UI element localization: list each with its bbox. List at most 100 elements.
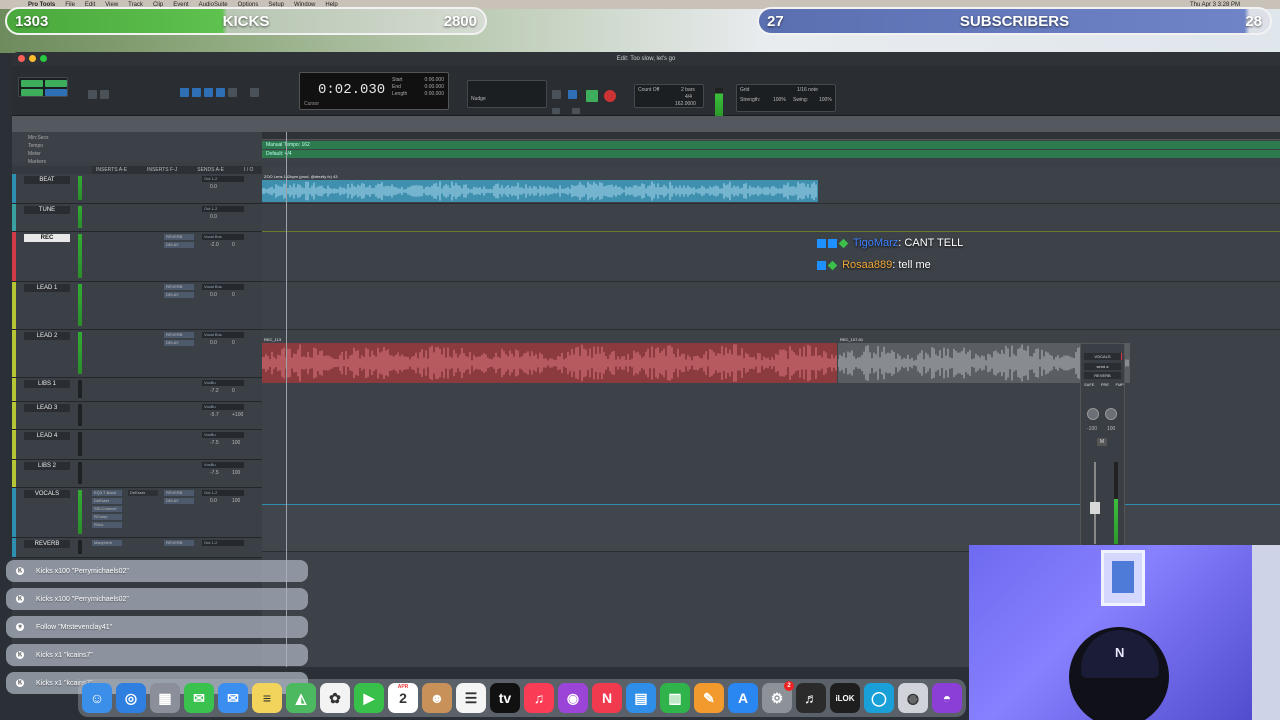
- track-name[interactable]: LEAD 4: [24, 432, 70, 440]
- playhead-cursor[interactable]: [286, 132, 287, 667]
- track-header-8[interactable]: LIBS 2 VoxBu -7.5 100: [12, 460, 262, 488]
- send-destination[interactable]: REVERB: [1084, 372, 1121, 379]
- bars-value[interactable]: 2 bars: [681, 87, 695, 93]
- window-titlebar[interactable]: Edit: Too slow, let's go: [12, 52, 1280, 66]
- reminders-icon[interactable]: ☰: [456, 683, 486, 713]
- track-output[interactable]: VoxBu: [202, 432, 244, 438]
- track-output[interactable]: Vocal Bus: [202, 284, 244, 290]
- track-pan[interactable]: 0: [232, 292, 235, 298]
- insert-slot[interactable]: RVox: [92, 522, 122, 528]
- send-slot[interactable]: send a: [1084, 363, 1121, 370]
- scrubber-tool-icon[interactable]: [228, 88, 237, 97]
- send-output-window[interactable]: VOCALS send a REVERB SAFE PRE FMP -100 1…: [1080, 343, 1125, 548]
- smart-tool-icon[interactable]: [216, 88, 225, 97]
- track-header-0[interactable]: BEAT Out 1-2 0.0: [12, 174, 262, 204]
- podcasts-icon[interactable]: ◉: [558, 683, 588, 713]
- maps-icon[interactable]: ◭: [286, 683, 316, 713]
- mail-icon[interactable]: ✉: [218, 683, 248, 713]
- insert-slot[interactable]: ManyVerb: [92, 540, 122, 546]
- send-a-slot[interactable]: REVERB: [164, 234, 194, 240]
- record-button-icon[interactable]: [604, 90, 616, 102]
- track-volume[interactable]: 0.0: [210, 184, 217, 190]
- send-a-slot[interactable]: REVERB: [164, 332, 194, 338]
- track-volume[interactable]: -5.7: [210, 412, 219, 418]
- track-pan[interactable]: +100: [232, 412, 243, 418]
- ruler-meter[interactable]: Meter: [28, 150, 262, 158]
- track-name[interactable]: TUNE: [24, 206, 70, 214]
- spot-mode-button[interactable]: [45, 80, 67, 87]
- track-pan[interactable]: 100: [232, 440, 240, 446]
- safari-icon[interactable]: ◎: [116, 683, 146, 713]
- calendar-icon[interactable]: 2 APR: [388, 683, 418, 713]
- track-output[interactable]: Vocal Bus: [202, 332, 244, 338]
- ruler-tempo[interactable]: Tempo: [28, 142, 262, 150]
- track-output[interactable]: Out 1-2: [202, 176, 244, 182]
- finder-icon[interactable]: ☺: [82, 683, 112, 713]
- tune-lane[interactable]: [262, 204, 1280, 232]
- close-button[interactable]: [18, 55, 25, 62]
- track-volume[interactable]: 0.0: [210, 292, 217, 298]
- insert-slot[interactable]: SSLChannel: [92, 506, 122, 512]
- send-b-slot[interactable]: DELAY: [164, 340, 194, 346]
- send-b-slot[interactable]: DELAY: [164, 292, 194, 298]
- numbers-icon[interactable]: ▥: [660, 683, 690, 713]
- online-button-icon[interactable]: [552, 90, 561, 99]
- main-counter[interactable]: 0:02.030 Cursor Start End Length 0:00.00…: [299, 72, 449, 110]
- track-volume[interactable]: -7.5: [210, 470, 219, 476]
- track-name[interactable]: LEAD 2: [24, 332, 70, 340]
- grid-value[interactable]: 1/16 note: [797, 87, 818, 93]
- send-a-slot[interactable]: REVERB: [164, 540, 194, 546]
- rec-clip-main[interactable]: REC_113: [262, 337, 837, 383]
- track-header-7[interactable]: LEAD 4 VoxBu -7.5 100: [12, 430, 262, 460]
- strength-value[interactable]: 100%: [773, 97, 786, 103]
- length-value[interactable]: 0:00.000: [425, 91, 444, 97]
- loop-button-icon[interactable]: [568, 90, 577, 99]
- track-output[interactable]: Out 1-2: [202, 490, 244, 496]
- track-output[interactable]: Out 1-2: [202, 540, 244, 546]
- track-pan[interactable]: 100: [232, 498, 240, 504]
- ruler-markers[interactable]: Markers: [28, 158, 262, 166]
- track-header-2[interactable]: REC REVERB DELAY Vocal Bus -2.0 0: [12, 232, 262, 282]
- logic-icon[interactable]: ♬: [796, 683, 826, 713]
- minsecs-ruler[interactable]: [262, 132, 1280, 140]
- pro-tools-icon[interactable]: ◓: [932, 683, 962, 713]
- track-header-1[interactable]: TUNE Out 1-2 0.0: [12, 204, 262, 232]
- insert-slot[interactable]: RComp: [92, 514, 122, 520]
- news-icon[interactable]: N: [592, 683, 622, 713]
- minimize-button[interactable]: [29, 55, 36, 62]
- track-volume[interactable]: 0.0: [210, 340, 217, 346]
- track-header-3[interactable]: LEAD 1 REVERB DELAY Vocal Bus 0.0 0: [12, 282, 262, 330]
- grabber-tool-icon[interactable]: [204, 88, 213, 97]
- track-output[interactable]: Vocal Bus: [202, 234, 244, 240]
- track-pan[interactable]: 0: [232, 340, 235, 346]
- track-volume[interactable]: 0.0: [210, 498, 217, 504]
- lead1-lane[interactable]: [262, 282, 1280, 330]
- count-off-label[interactable]: Count Off: [638, 87, 659, 93]
- app-store-icon[interactable]: A: [728, 683, 758, 713]
- pages-icon[interactable]: ✎: [694, 683, 724, 713]
- zoom-button[interactable]: [40, 55, 47, 62]
- contacts-icon[interactable]: ☻: [422, 683, 452, 713]
- send-mute-button[interactable]: M: [1097, 438, 1107, 446]
- insert-slot-b[interactable]: DeEsser: [128, 490, 158, 496]
- tv-icon[interactable]: tv: [490, 683, 520, 713]
- track-name[interactable]: REVERB: [24, 540, 70, 548]
- shuffle-mode-button[interactable]: [21, 80, 43, 87]
- fast-forward-button-icon[interactable]: [572, 108, 580, 114]
- rec-lane[interactable]: [262, 232, 1280, 282]
- send-a-slot[interactable]: REVERB: [164, 284, 194, 290]
- track-name[interactable]: LIBS 1: [24, 380, 70, 388]
- track-volume[interactable]: -2.0: [210, 242, 219, 248]
- notes-icon[interactable]: ≡: [252, 683, 282, 713]
- track-output[interactable]: VoxBu: [202, 462, 244, 468]
- swing-value[interactable]: 100%: [819, 97, 832, 103]
- rewind-button-icon[interactable]: [552, 108, 560, 114]
- ruler-minsecs[interactable]: Min:Secs: [28, 134, 262, 142]
- zoom-out-icon[interactable]: [88, 90, 97, 99]
- pan-right-value[interactable]: 100: [1107, 426, 1115, 432]
- track-header-6[interactable]: LEAD 3 VoxBu -5.7 +100: [12, 402, 262, 430]
- grid-mode-button[interactable]: [45, 89, 67, 96]
- fmp-button[interactable]: FMP: [1116, 382, 1124, 387]
- track-name[interactable]: LIBS 2: [24, 462, 70, 470]
- messages-icon[interactable]: ✉: [184, 683, 214, 713]
